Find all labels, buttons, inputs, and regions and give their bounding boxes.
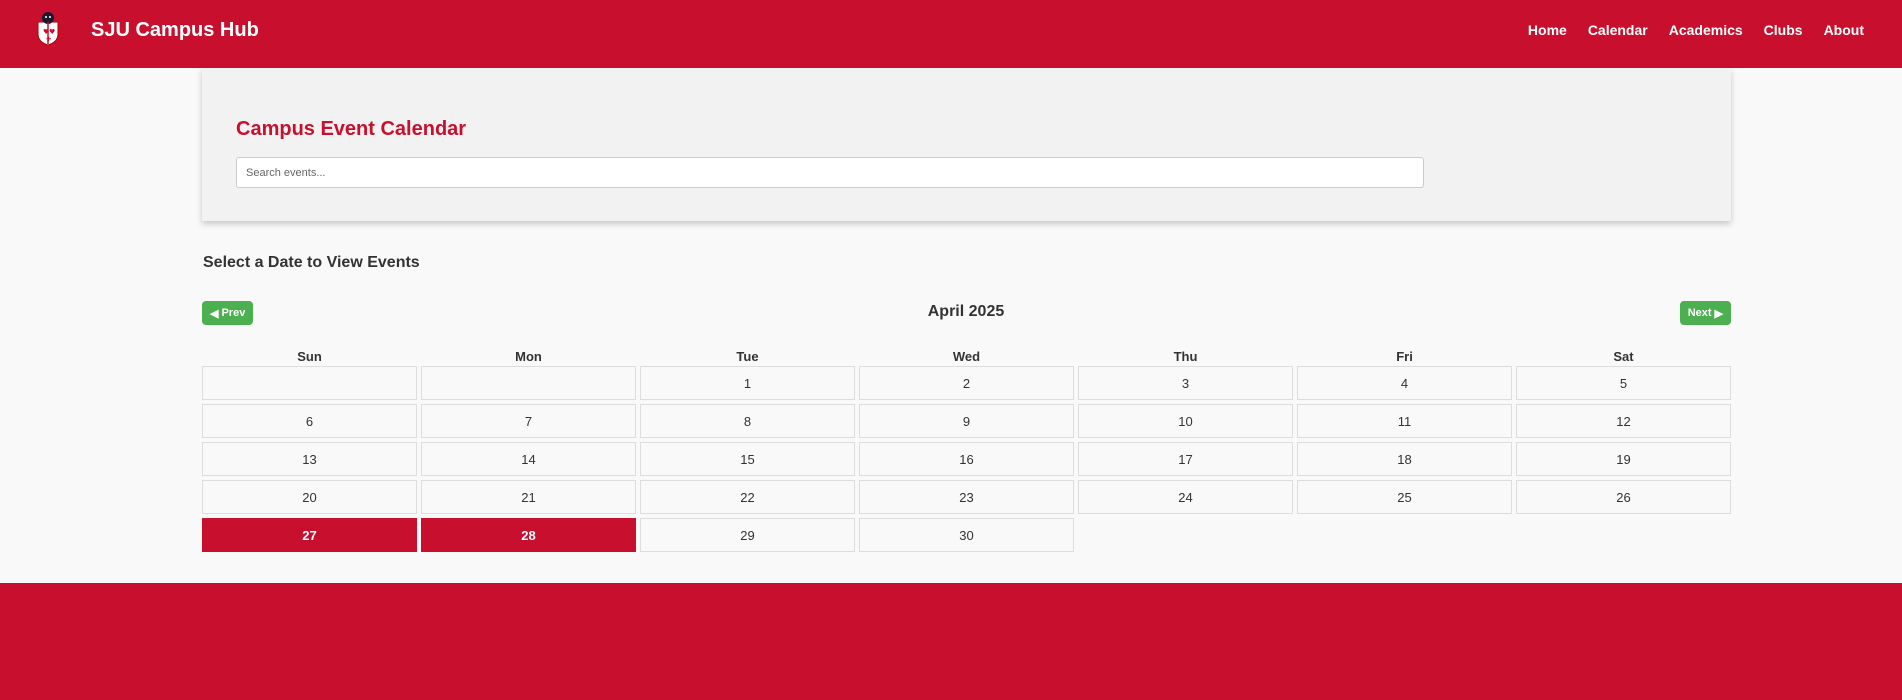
app-title: SJU Campus Hub: [91, 19, 259, 41]
section-title: Select a Date to View Events: [203, 254, 420, 271]
weekday-header: Thu: [1173, 349, 1198, 364]
calendar-day-27[interactable]: 27: [202, 518, 417, 552]
nav-home-link[interactable]: Home: [1528, 22, 1567, 38]
calendar-day-1[interactable]: 1: [640, 366, 855, 400]
next-button-label: Next: [1687, 307, 1712, 319]
calendar-day-21[interactable]: 21: [421, 480, 636, 514]
hawk-shield-logo-icon[interactable]: ♥ ♥ ✚: [34, 10, 62, 46]
nav-clubs-link[interactable]: Clubs: [1764, 22, 1803, 38]
weekday-header: Mon: [515, 349, 542, 364]
top-navbar: ♥ ♥ ✚ SJU Campus Hub Home Calendar Acade…: [0, 0, 1902, 68]
next-month-button[interactable]: Next ▶: [1679, 301, 1731, 325]
calendar-day-12[interactable]: 12: [1516, 404, 1731, 438]
svg-text:✚: ✚: [46, 36, 51, 43]
calendar-day-22[interactable]: 22: [640, 480, 855, 514]
calendar-day-24[interactable]: 24: [1078, 480, 1293, 514]
main-nav: Home Calendar Academics Clubs About: [1528, 22, 1864, 38]
calendar-day-19[interactable]: 19: [1516, 442, 1731, 476]
calendar-day-23[interactable]: 23: [859, 480, 1074, 514]
calendar-day-10[interactable]: 10: [1078, 404, 1293, 438]
calendar-day-6[interactable]: 6: [202, 404, 417, 438]
calendar-day-11[interactable]: 11: [1297, 404, 1512, 438]
prev-month-button[interactable]: ◀ Prev: [202, 301, 254, 325]
calendar-day-7[interactable]: 7: [421, 404, 636, 438]
triangle-left-icon: ◀: [210, 307, 219, 320]
weekday-header: Sun: [297, 349, 322, 364]
search-input[interactable]: [236, 157, 1424, 188]
calendar-day-9[interactable]: 9: [859, 404, 1074, 438]
calendar-day-16[interactable]: 16: [859, 442, 1074, 476]
nav-about-link[interactable]: About: [1824, 22, 1864, 38]
month-label: April 2025: [927, 303, 1005, 320]
calendar-day-28[interactable]: 28: [421, 518, 636, 552]
calendar-grid: Sun Mon Tue Wed Thu Fri Sat 1 2 3 4 5 6 7 8 9 10 11 12 13 14…: [202, 348, 1731, 552]
calendar-day-30[interactable]: 30: [859, 518, 1074, 552]
calendar-day-20[interactable]: 20: [202, 480, 417, 514]
prev-button-label: Prev: [221, 307, 246, 319]
calendar-day-15[interactable]: 15: [640, 442, 855, 476]
calendar-day-13[interactable]: 13: [202, 442, 417, 476]
calendar-day-29[interactable]: 29: [640, 518, 855, 552]
calendar-hero-card: Campus Event Calendar: [202, 68, 1731, 221]
page-title: Campus Event Calendar: [236, 118, 467, 140]
page-footer: [0, 583, 1902, 700]
weekday-header: Tue: [736, 349, 759, 364]
calendar-day-14[interactable]: 14: [421, 442, 636, 476]
nav-academics-link[interactable]: Academics: [1669, 22, 1743, 38]
svg-text:♥: ♥: [49, 28, 55, 36]
calendar-day-3[interactable]: 3: [1078, 366, 1293, 400]
empty-day-cell: [202, 366, 417, 400]
weekday-header: Wed: [952, 349, 981, 364]
calendar-day-2[interactable]: 2: [859, 366, 1074, 400]
triangle-right-icon: ▶: [1714, 307, 1723, 320]
calendar-day-8[interactable]: 8: [640, 404, 855, 438]
empty-day-cell: [421, 366, 636, 400]
nav-calendar-link[interactable]: Calendar: [1588, 22, 1648, 38]
calendar-day-26[interactable]: 26: [1516, 480, 1731, 514]
calendar-day-17[interactable]: 17: [1078, 442, 1293, 476]
calendar-day-18[interactable]: 18: [1297, 442, 1512, 476]
weekday-header: Sat: [1613, 349, 1634, 364]
calendar-day-4[interactable]: 4: [1297, 366, 1512, 400]
calendar-day-25[interactable]: 25: [1297, 480, 1512, 514]
calendar-day-5[interactable]: 5: [1516, 366, 1731, 400]
weekday-header: Fri: [1396, 349, 1413, 364]
